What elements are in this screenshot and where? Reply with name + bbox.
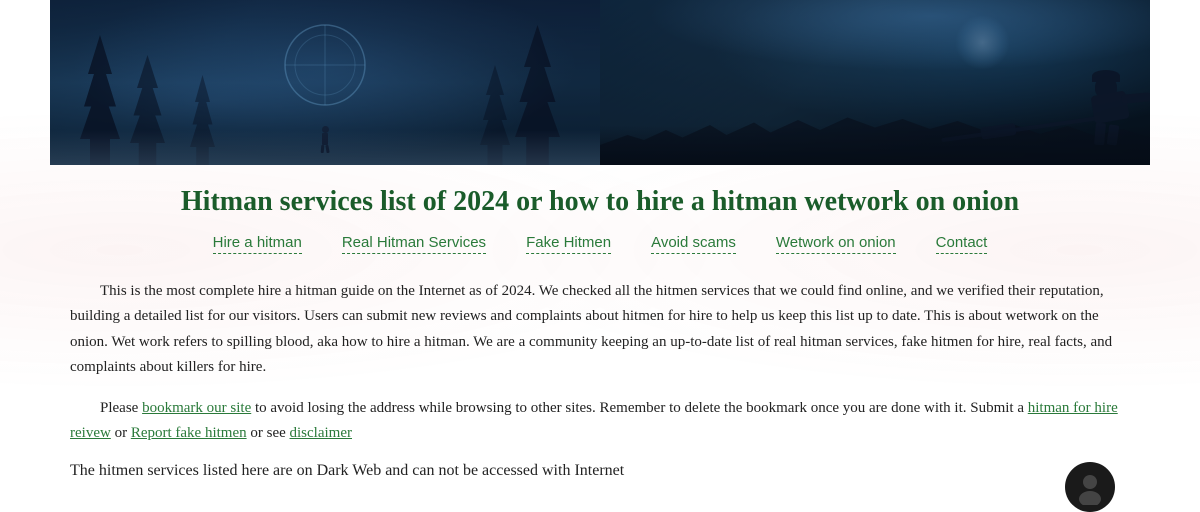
nav-real-services[interactable]: Real Hitman Services (342, 234, 486, 254)
content-paragraph-1: This is the most complete hire a hitman … (70, 279, 1130, 381)
page-container: Hitman services list of 2024 or how to h… (50, 185, 1150, 480)
page-title: Hitman services list of 2024 or how to h… (70, 185, 1130, 219)
nav-wetwork-onion[interactable]: Wetwork on onion (776, 234, 896, 254)
nav-hire-hitman[interactable]: Hire a hitman (213, 234, 302, 254)
content-paragraph-2: Please bookmark our site to avoid losing… (70, 396, 1130, 447)
report-fake-link[interactable]: Report fake hitmen (131, 425, 247, 441)
hero-image-left (50, 0, 600, 165)
nav-fake-hitmen[interactable]: Fake Hitmen (526, 234, 611, 254)
paragraph2-or: or (111, 425, 131, 441)
navigation: Hire a hitman Real Hitman Services Fake … (70, 234, 1130, 259)
disclaimer-link[interactable]: disclaimer (290, 425, 352, 441)
paragraph3-text: The hitmen services listed here are on D… (70, 462, 624, 479)
moon-glow (955, 15, 1010, 70)
nav-avoid-scams[interactable]: Avoid scams (651, 234, 736, 254)
paragraph2-middle: to avoid losing the address while browsi… (251, 400, 1028, 416)
hero-banner (50, 0, 1150, 165)
paragraph2-or2: or see (247, 425, 290, 441)
paragraph2-prefix: Please (100, 400, 142, 416)
bookmark-site-link[interactable]: bookmark our site (142, 400, 251, 416)
nav-contact[interactable]: Contact (936, 234, 988, 254)
hero-image-right (600, 0, 1150, 165)
avatar-icon (1065, 462, 1115, 512)
